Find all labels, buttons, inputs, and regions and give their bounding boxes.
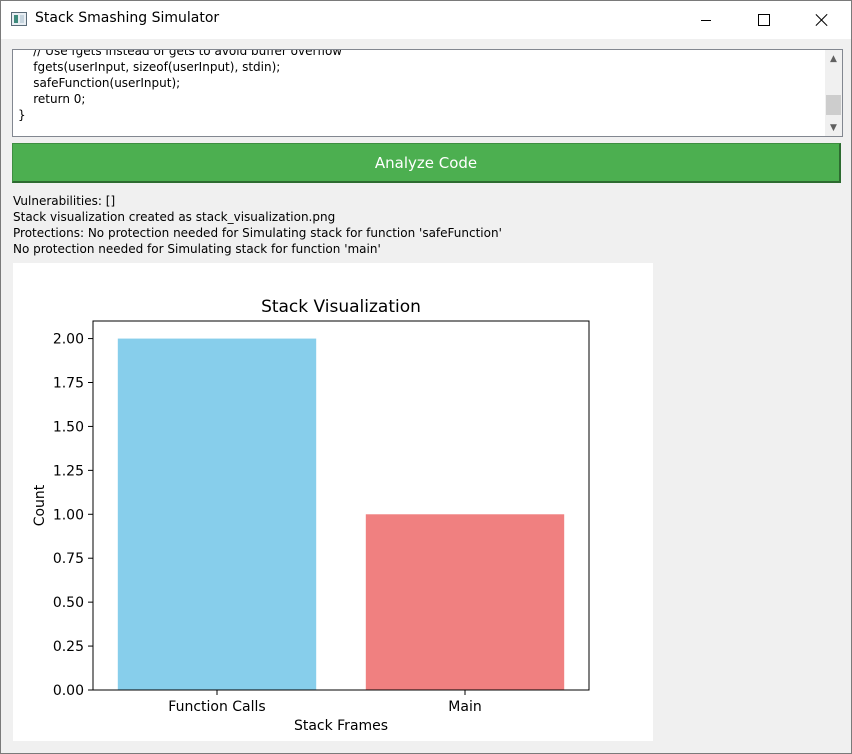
vertical-scrollbar[interactable]: ▲ ▼ xyxy=(825,50,842,136)
bar xyxy=(117,338,317,690)
analysis-output: Vulnerabilities: [] Stack visualization … xyxy=(13,193,502,257)
code-input-textarea[interactable]: // Use fgets instead of gets to avoid bu… xyxy=(12,49,843,137)
minimize-icon xyxy=(701,19,711,21)
stack-visualization-chart: Function Calls Main 0.00 0.25 0.50 0.75 1.00 1.… xyxy=(13,263,653,741)
minimize-button[interactable] xyxy=(677,1,735,39)
output-line-vulnerabilities: Vulnerabilities: [] xyxy=(13,194,116,208)
code-text[interactable]: // Use fgets instead of gets to avoid bu… xyxy=(18,49,343,123)
bar xyxy=(365,514,565,690)
app-window: Stack Smashing Simulator // Use fgets in… xyxy=(0,0,852,754)
y-tick-label: 1.50 xyxy=(53,419,84,435)
chart-svg: Function Calls Main 0.00 0.25 0.50 0.75 1.00 1.… xyxy=(32,297,590,734)
y-tick-label: 0.75 xyxy=(53,551,84,567)
maximize-icon xyxy=(758,14,770,26)
x-axis-label: Stack Frames xyxy=(294,718,388,734)
analyze-code-button[interactable]: Analyze Code xyxy=(12,143,841,183)
app-icon xyxy=(11,12,27,26)
code-line: safeFunction(userInput); xyxy=(18,76,181,90)
code-line: return 0; xyxy=(18,92,86,106)
output-line-visualization: Stack visualization created as stack_vis… xyxy=(13,210,336,224)
close-button[interactable] xyxy=(793,1,851,39)
output-line-protections-main: No protection needed for Simulating stac… xyxy=(13,242,381,256)
maximize-button[interactable] xyxy=(735,1,793,39)
scroll-down-arrow-icon[interactable]: ▼ xyxy=(825,119,842,136)
x-tick-label: Main xyxy=(448,699,481,715)
y-tick-label: 0.50 xyxy=(53,595,84,611)
close-icon xyxy=(816,14,828,26)
scroll-thumb[interactable] xyxy=(826,95,841,115)
window-title: Stack Smashing Simulator xyxy=(35,10,220,26)
code-line: // Use fgets instead of gets to avoid bu… xyxy=(18,49,343,58)
chart-title: Stack Visualization xyxy=(261,297,421,317)
y-axis-label: Count xyxy=(32,484,48,526)
output-line-protections: Protections: No protection needed for Si… xyxy=(13,226,502,240)
y-tick-label: 1.25 xyxy=(53,463,84,479)
code-line: fgets(userInput, sizeof(userInput), stdi… xyxy=(18,60,281,74)
y-tick-label: 0.25 xyxy=(53,639,84,655)
y-tick-label: 1.00 xyxy=(53,507,84,523)
code-line: } xyxy=(18,108,26,122)
title-bar[interactable]: Stack Smashing Simulator xyxy=(1,1,851,39)
y-tick-label: 1.75 xyxy=(53,376,84,392)
y-tick-label: 2.00 xyxy=(53,332,84,348)
x-tick-label: Function Calls xyxy=(168,699,265,715)
scroll-up-arrow-icon[interactable]: ▲ xyxy=(825,50,842,67)
y-tick-label: 0.00 xyxy=(53,683,84,699)
